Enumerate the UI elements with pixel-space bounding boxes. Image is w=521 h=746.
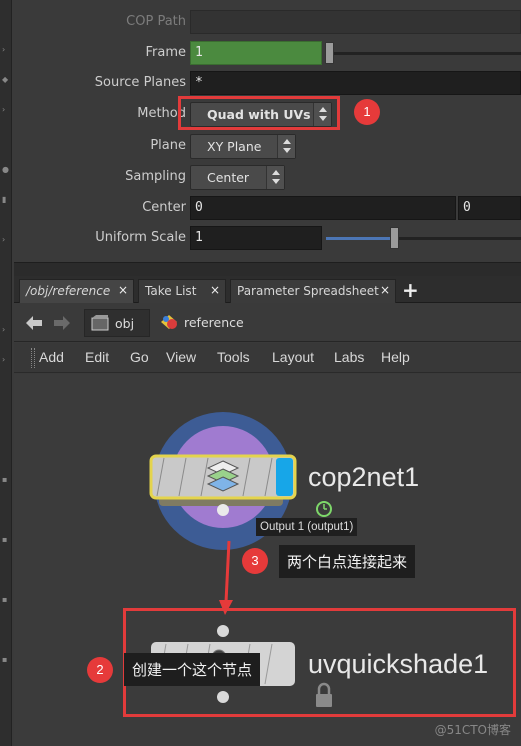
shelf-arrow-icon[interactable]: › (2, 236, 10, 244)
source-planes-label: Source Planes (94, 75, 186, 90)
cop-path-row: COP Path (14, 8, 521, 36)
sampling-dropdown[interactable]: Center (190, 165, 285, 190)
parameter-panel: COP Path Frame 1 Source Planes * Method … (14, 0, 521, 262)
left-shelf-strip: › ◆ › ● ▮ › › › ▪ ▪ ▪ ▪ (0, 0, 12, 746)
menu-view[interactable]: View (166, 349, 196, 365)
shelf-tool-icon[interactable]: ▪ (2, 596, 10, 604)
tab-label: /obj/reference (26, 284, 111, 298)
annotation-badge-1: 1 (354, 99, 380, 125)
shelf-arrow-icon[interactable]: › (2, 106, 10, 114)
forward-arrow-icon[interactable] (52, 314, 72, 332)
plane-row: Plane XY Plane (14, 132, 521, 160)
back-arrow-icon[interactable] (24, 314, 44, 332)
dropdown-arrows-icon (277, 135, 295, 158)
plane-label: Plane (150, 138, 186, 153)
add-tab-icon[interactable]: + (402, 278, 419, 302)
sampling-row: Sampling Center (14, 163, 521, 191)
close-icon[interactable]: × (210, 283, 220, 297)
shelf-arrow-icon[interactable]: › (2, 356, 10, 364)
breadcrumb-reference[interactable]: reference (154, 309, 274, 337)
callout-connect-dots: 两个白点连接起来 (279, 545, 416, 578)
shelf-tool-icon[interactable]: ● (2, 166, 10, 174)
center-row: Center 0 0 (14, 194, 521, 222)
tab-take-list[interactable]: Take List × (138, 279, 226, 303)
dropdown-arrows-icon (266, 166, 284, 189)
method-highlight-box (178, 96, 340, 130)
frame-slider-handle[interactable] (325, 42, 334, 64)
pane-tab-bar: /obj/reference × Take List × Parameter S… (14, 276, 521, 303)
tab-obj-reference[interactable]: /obj/reference × (19, 279, 134, 303)
breadcrumb-obj-label: obj (115, 316, 135, 331)
cop2net1-output-connector[interactable] (217, 504, 229, 516)
menu-go[interactable]: Go (130, 349, 149, 365)
cop-network-icon (206, 460, 240, 492)
breadcrumb-obj[interactable]: obj (84, 309, 150, 337)
frame-field[interactable]: 1 (190, 41, 322, 65)
menu-labs[interactable]: Labs (334, 349, 364, 365)
uvquickshade1-node-label: uvquickshade1 (308, 649, 489, 679)
uniform-scale-field[interactable]: 1 (190, 226, 322, 250)
network-editor[interactable]: cop2net1 Output 1 (output1) 3 两个白点连接起来 2… (14, 374, 521, 746)
menu-help[interactable]: Help (381, 349, 410, 365)
shelf-tool-icon[interactable]: ▮ (2, 196, 10, 204)
sampling-label: Sampling (125, 169, 186, 184)
path-bar: obj reference (14, 304, 521, 342)
cop-path-field[interactable] (190, 10, 521, 34)
source-planes-field[interactable]: * (190, 71, 521, 95)
uniform-scale-row: Uniform Scale 1 (14, 224, 521, 252)
tab-parameter-spreadsheet[interactable]: Parameter Spreadsheet × (230, 279, 396, 303)
plane-dropdown[interactable]: XY Plane (190, 134, 296, 159)
breadcrumb-reference-label: reference (184, 315, 244, 330)
shelf-tool-icon[interactable]: ▪ (2, 656, 10, 664)
center-x-field[interactable]: 0 (190, 196, 456, 220)
menu-add[interactable]: Add (39, 349, 64, 365)
close-icon[interactable]: × (118, 283, 128, 297)
output-connector-tooltip: Output 1 (output1) (256, 518, 358, 536)
uniform-scale-slider-handle[interactable] (390, 227, 399, 249)
cop-path-label: COP Path (126, 14, 186, 29)
connect-arrow (224, 540, 231, 603)
source-planes-row: Source Planes * (14, 69, 521, 97)
tab-label: Take List (145, 284, 197, 298)
menu-tools[interactable]: Tools (217, 349, 250, 365)
obj-network-icon (91, 315, 109, 331)
callout-create-node: 创建一个这个节点 (124, 653, 261, 686)
shelf-tool-icon[interactable]: ▪ (2, 536, 10, 544)
menu-layout[interactable]: Layout (272, 349, 314, 365)
tab-label: Parameter Spreadsheet (237, 284, 379, 298)
shelf-arrow-icon[interactable]: › (2, 46, 10, 54)
uniform-scale-slider-fill (326, 237, 392, 240)
menu-grip-handle[interactable] (31, 348, 35, 368)
network-menu-bar: Add Edit Go View Tools Layout Labs Help (14, 343, 521, 373)
sampling-dropdown-value: Center (207, 170, 250, 185)
frame-slider-track[interactable] (326, 52, 521, 55)
frame-row: Frame 1 (14, 39, 521, 67)
center-label: Center (142, 200, 186, 215)
shelf-arrow-icon[interactable]: › (2, 326, 10, 334)
annotation-badge-3: 3 (242, 548, 268, 574)
close-icon[interactable]: × (380, 283, 390, 297)
shelf-tool-icon[interactable]: ▪ (2, 476, 10, 484)
geometry-node-icon (160, 314, 178, 330)
plane-dropdown-value: XY Plane (207, 139, 262, 154)
frame-label: Frame (145, 45, 186, 60)
display-flag[interactable] (276, 458, 293, 496)
menu-edit[interactable]: Edit (85, 349, 109, 365)
watermark: @51CTO博客 (434, 723, 511, 737)
center-y-field[interactable]: 0 (458, 196, 521, 220)
annotation-badge-2: 2 (87, 657, 113, 683)
uniform-scale-label: Uniform Scale (95, 230, 186, 245)
shelf-tool-icon[interactable]: ◆ (2, 76, 10, 84)
pane-divider[interactable] (14, 262, 521, 276)
cop2net1-node-label: cop2net1 (308, 462, 420, 492)
